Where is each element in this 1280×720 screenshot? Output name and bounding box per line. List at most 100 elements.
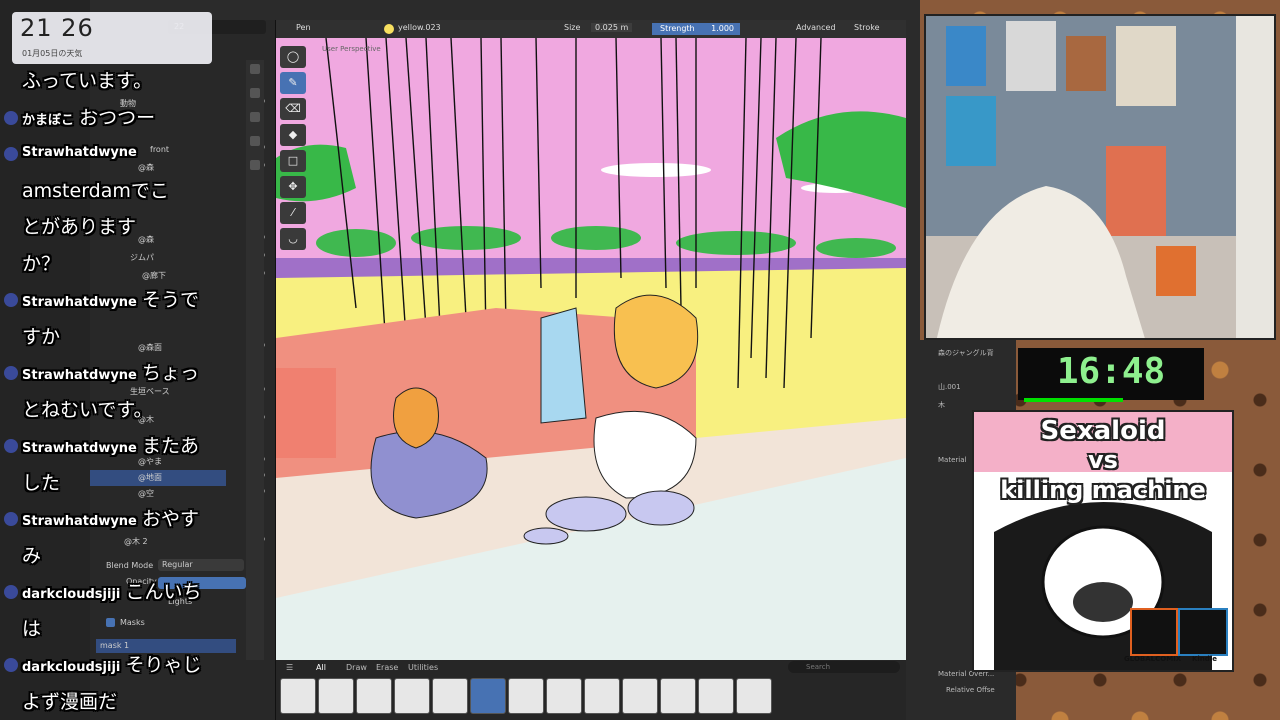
chat-message: ふっています。 [22,66,152,93]
tab-all[interactable]: All [316,663,326,672]
stroke-menu[interactable]: Stroke [854,23,880,32]
box-icon[interactable]: □ [280,150,306,172]
publisher-right: Kindle [1192,655,1217,663]
chat-message: み [22,541,41,568]
arrow-down-icon[interactable] [250,160,260,170]
chat-text: とねむいです。 [22,398,153,421]
masks-checkbox[interactable] [106,618,115,627]
brush-thumbnail[interactable] [432,678,468,714]
brush-thumbnail[interactable] [584,678,620,714]
chat-text: した [22,471,61,494]
fill-icon[interactable]: ◆ [280,124,306,146]
chat-message: darkcloudsjiji こんいち [4,577,202,604]
chat-username: かまぼこ [22,112,75,128]
brush-thumbnail[interactable] [318,678,354,714]
brush-thumbnail[interactable] [356,678,392,714]
chat-text: は [22,617,42,640]
draw-brush-icon[interactable]: ✎ [280,72,306,94]
shelf-menu-icon[interactable]: ☰ [286,663,293,672]
chat-username: darkcloudsjiji [22,587,121,602]
tab-utilities[interactable]: Utilities [408,663,438,672]
user-avatar-icon [4,293,18,307]
chat-username: Strawhatdwyne [22,368,137,383]
user-avatar-icon [4,366,18,380]
viewport-mode-label: User Perspective [322,45,381,53]
outliner-row-label: @地面 [138,473,162,482]
chat-text: またあ [141,435,199,457]
3d-viewport[interactable] [276,38,906,660]
chat-text: ちょっ [141,362,199,384]
size-label: Size [564,23,581,32]
chat-text: こんいち [125,581,202,603]
transform-icon[interactable]: ✥ [280,176,306,198]
outliner-row[interactable]: @廊下 [90,268,226,284]
chat-text: よず漫画だ [22,690,118,713]
list-item[interactable]: 木 [938,400,945,410]
cover-title-line1: Sexaloid [1040,416,1166,446]
curve-icon[interactable]: ◡ [280,228,306,250]
hedge-left [276,368,336,458]
brush-thumbnail[interactable] [622,678,658,714]
brush-thumbnail-active[interactable] [470,678,506,714]
strength-value: 1.000 [711,24,734,33]
chat-message: した [22,468,60,495]
brush-thumbnail[interactable] [546,678,582,714]
minus-icon[interactable] [250,88,260,98]
outliner-scrollbar[interactable] [246,60,264,660]
material-name[interactable]: yellow.023 [398,23,441,32]
kindle-logo [1178,608,1228,656]
outliner-row[interactable]: @森面 [90,340,226,356]
erase-icon[interactable]: ⌫ [280,98,306,120]
chat-message: とがあります [22,212,136,239]
cover-title-line2: vs [1088,446,1118,474]
size-field[interactable]: 0.025 m [591,23,633,32]
outliner-row-label: @廊下 [142,271,166,280]
list-item[interactable]: 山.001 [938,382,961,392]
brush-thumbnail[interactable] [394,678,430,714]
user-avatar-icon [4,658,18,672]
brush-thumbnail[interactable] [698,678,734,714]
tool-header: Pen yellow.023 Size 0.025 m Advanced Str… [276,20,906,38]
tab-erase[interactable]: Erase [376,663,398,672]
chat-message: よず漫画だ [22,687,117,714]
brush-thumbnail[interactable] [660,678,696,714]
chevron-down-icon[interactable] [250,112,260,122]
rock-2 [627,490,695,526]
eyedropper-icon[interactable]: ⁄ [280,202,306,224]
outliner-row-label: @空 [138,489,154,498]
chat-message: Strawhatdwyne [4,139,137,161]
tab-draw[interactable]: Draw [346,663,367,672]
tool-name[interactable]: Pen [296,23,311,32]
brush-thumbnail[interactable] [508,678,544,714]
countdown-timer: 16:48 [1018,348,1204,400]
user-avatar-icon [4,147,18,161]
plus-icon[interactable] [250,64,260,74]
brush-thumbnail[interactable] [736,678,772,714]
globalcomix-logo [1130,608,1178,656]
outliner-row-label: @木 2 [124,537,148,546]
outliner-row[interactable]: @木 2 [90,534,226,550]
arrow-up-icon[interactable] [250,136,260,146]
brush-thumbnail[interactable] [280,678,316,714]
chat-text: ふっています。 [22,70,153,92]
shelf-search-input[interactable]: Search [788,661,900,673]
outliner-row[interactable]: @森 [90,160,226,176]
chat-username: Strawhatdwyne [22,295,137,310]
strength-slider[interactable]: Strength 1.000 [652,23,740,35]
chat-text: そうで [141,289,199,311]
book-cover: Sexaloid vs killing machine GLOBALCOMIX … [972,410,1234,672]
blend-mode-select[interactable]: Regular [158,559,244,571]
chat-text: とがあります [22,216,137,238]
chat-message: か？ [22,249,60,276]
select-circle-icon[interactable]: ◯ [280,46,306,68]
outliner-row[interactable]: @地面 [90,470,226,486]
outliner-row[interactable]: @空 [90,486,226,502]
viewport-overlay: User Perspective [322,44,381,54]
relative-offset-checkbox[interactable]: Relative Offse [946,686,995,694]
user-avatar-icon [4,512,18,526]
chat-message: darkcloudsjiji そりゃじ [4,650,201,677]
outliner-row[interactable]: ジムパ [90,250,226,266]
chat-message: amsterdamでこ [22,176,169,203]
advanced-menu[interactable]: Advanced [796,23,836,32]
outliner-row-label: @森 [138,163,154,172]
